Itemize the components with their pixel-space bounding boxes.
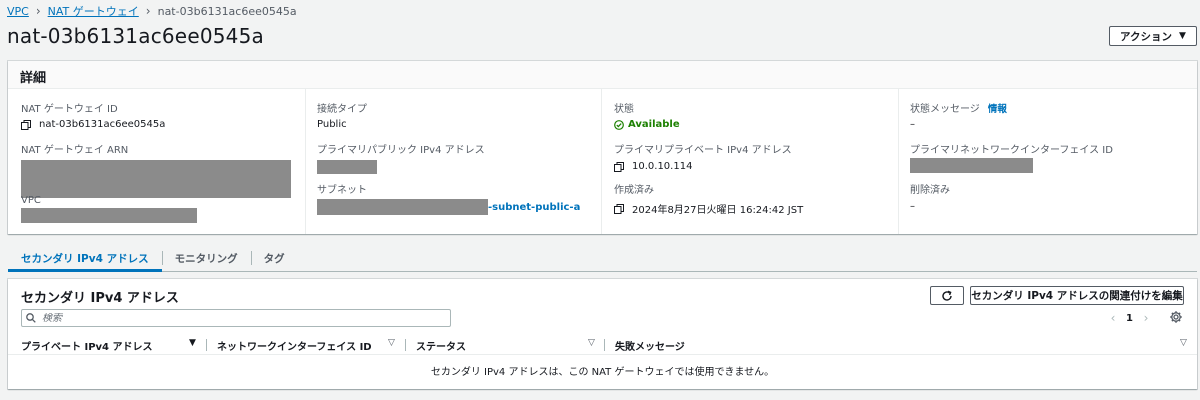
created-label: 作成済み bbox=[614, 185, 654, 196]
chevron-right-icon: › bbox=[145, 4, 151, 18]
details-column-4: 状態メッセージ 情報 – プライマリネットワークインターフェイス ID 削除済み… bbox=[898, 89, 1197, 234]
created-value-row: 2024年8月27日火曜日 16:24:42 JST bbox=[614, 201, 803, 216]
vpc-label: VPC bbox=[21, 195, 41, 206]
column-divider bbox=[405, 339, 406, 351]
table-header: プライベート IPv4 アドレス ▼ ネットワークインターフェイス ID ▽ ス… bbox=[8, 335, 1197, 355]
sort-icon[interactable]: ▽ bbox=[588, 338, 595, 348]
nat-id-value-row: nat-03b6131ac6ee0545a bbox=[21, 119, 165, 130]
state-label: 状態 bbox=[614, 104, 634, 115]
state-message-label-row: 状態メッセージ 情報 bbox=[910, 100, 1007, 116]
field-nat-id: NAT ゲートウェイ ID nat-03b6131ac6ee0545a bbox=[21, 100, 165, 130]
primary-private-ip-value: 10.0.10.114 bbox=[632, 161, 693, 172]
primary-private-ip-label: プライマリプライベート IPv4 アドレス bbox=[614, 145, 792, 156]
field-connection-type: 接続タイプ Public bbox=[317, 100, 367, 130]
field-vpc: VPC bbox=[21, 195, 197, 226]
subnet-link[interactable]: -subnet-public-a bbox=[488, 202, 580, 213]
state-value-row: Available bbox=[614, 119, 680, 130]
sort-icon[interactable]: ▽ bbox=[1180, 338, 1187, 348]
chevron-left-icon[interactable]: ‹ bbox=[1106, 311, 1120, 325]
search-icon bbox=[26, 313, 36, 323]
tab-tags[interactable]: タグ bbox=[250, 245, 298, 271]
tab-secondary-ipv4[interactable]: セカンダリ IPv4 アドレス bbox=[8, 245, 162, 272]
column-header-eni-id[interactable]: ネットワークインターフェイス ID bbox=[217, 338, 372, 353]
redacted-public-ip-value bbox=[317, 160, 377, 174]
field-nat-arn: NAT ゲートウェイ ARN bbox=[21, 141, 291, 201]
redacted-eni-value bbox=[910, 158, 1033, 173]
primary-private-ip-row: 10.0.10.114 bbox=[614, 161, 792, 172]
chevron-right-icon[interactable]: › bbox=[1139, 311, 1153, 325]
breadcrumb: VPC › NAT ゲートウェイ › nat-03b6131ac6ee0545a bbox=[7, 3, 297, 19]
field-subnet: サブネット -subnet-public-a bbox=[317, 181, 580, 215]
secondary-ipv4-panel: セカンダリ IPv4 アドレス セカンダリ IPv4 アドレスの関連付けを編集 … bbox=[8, 279, 1197, 389]
field-primary-eni: プライマリネットワークインターフェイス ID bbox=[910, 141, 1113, 176]
details-header: 詳細 bbox=[8, 61, 1197, 89]
redacted-arn-value bbox=[21, 160, 291, 198]
nat-id-label: NAT ゲートウェイ ID bbox=[21, 104, 118, 115]
details-panel: 詳細 NAT ゲートウェイ ID nat-03b6131ac6ee0545a N… bbox=[8, 61, 1197, 234]
details-column-3: 状態 Available プライマリプライベート IPv4 アドレス 10.0.… bbox=[601, 89, 898, 234]
primary-eni-label: プライマリネットワークインターフェイス ID bbox=[910, 145, 1113, 156]
chevron-right-icon: › bbox=[35, 4, 41, 18]
column-header-private-ip[interactable]: プライベート IPv4 アドレス bbox=[21, 338, 153, 353]
state-message-label: 状態メッセージ bbox=[910, 104, 980, 115]
nat-id-value: nat-03b6131ac6ee0545a bbox=[39, 119, 166, 130]
empty-table-message: セカンダリ IPv4 アドレスは、この NAT ゲートウェイでは使用できません。 bbox=[430, 367, 775, 378]
sort-desc-icon[interactable]: ▼ bbox=[189, 338, 196, 348]
search-box bbox=[21, 309, 451, 327]
pagination: ‹ 1 › bbox=[1106, 311, 1153, 325]
search-input[interactable] bbox=[42, 312, 442, 324]
deleted-label: 削除済み bbox=[910, 185, 950, 196]
primary-public-ip-label: プライマリパブリック IPv4 アドレス bbox=[317, 145, 485, 156]
details-column-1: NAT ゲートウェイ ID nat-03b6131ac6ee0545a NAT … bbox=[8, 89, 305, 234]
edit-secondary-ipv4-association-button[interactable]: セカンダリ IPv4 アドレスの関連付けを編集 bbox=[970, 286, 1184, 305]
check-circle-icon bbox=[614, 119, 624, 130]
copy-icon[interactable] bbox=[614, 203, 624, 214]
column-header-status[interactable]: ステータス bbox=[416, 338, 466, 353]
subnet-label: サブネット bbox=[317, 185, 367, 196]
column-divider bbox=[206, 339, 207, 351]
redacted-vpc-value bbox=[21, 208, 197, 223]
copy-icon[interactable] bbox=[614, 161, 624, 172]
breadcrumb-nat-gateways-link[interactable]: NAT ゲートウェイ bbox=[48, 3, 139, 19]
tab-bar: セカンダリ IPv4 アドレス モニタリング タグ bbox=[8, 245, 1197, 272]
field-created: 作成済み 2024年8月27日火曜日 16:24:42 JST bbox=[614, 181, 803, 216]
state-value: Available bbox=[628, 119, 680, 130]
state-message-value: – bbox=[910, 119, 915, 130]
conn-type-label: 接続タイプ bbox=[317, 104, 367, 115]
conn-type-value: Public bbox=[317, 119, 347, 130]
breadcrumb-current: nat-03b6131ac6ee0545a bbox=[157, 4, 297, 18]
field-primary-private-ip: プライマリプライベート IPv4 アドレス 10.0.10.114 bbox=[614, 141, 792, 172]
details-column-2: 接続タイプ Public プライマリパブリック IPv4 アドレス サブネット … bbox=[305, 89, 601, 234]
breadcrumb-vpc-link[interactable]: VPC bbox=[7, 5, 29, 18]
field-state-message: 状態メッセージ 情報 – bbox=[910, 100, 1007, 131]
nat-arn-label: NAT ゲートウェイ ARN bbox=[21, 145, 129, 156]
subnet-value-row: -subnet-public-a bbox=[317, 199, 580, 215]
refresh-icon bbox=[942, 290, 952, 301]
column-header-failure-message[interactable]: 失敗メッセージ bbox=[615, 338, 685, 353]
refresh-button[interactable] bbox=[930, 286, 964, 305]
info-link[interactable]: 情報 bbox=[988, 101, 1007, 115]
secondary-ipv4-title: セカンダリ IPv4 アドレス bbox=[21, 291, 179, 306]
gear-icon[interactable] bbox=[1169, 310, 1183, 324]
field-deleted: 削除済み – bbox=[910, 181, 950, 212]
copy-icon[interactable] bbox=[21, 119, 31, 130]
caret-down-icon: ▼ bbox=[1179, 31, 1186, 41]
page-title: nat-03b6131ac6ee0545a bbox=[7, 24, 264, 48]
field-primary-public-ip: プライマリパブリック IPv4 アドレス bbox=[317, 141, 485, 177]
redacted-subnet-prefix bbox=[317, 199, 488, 215]
sort-icon[interactable]: ▽ bbox=[388, 338, 395, 348]
actions-button[interactable]: アクション ▼ bbox=[1109, 26, 1197, 46]
column-divider bbox=[604, 339, 605, 351]
field-state: 状態 Available bbox=[614, 100, 680, 130]
actions-button-label: アクション bbox=[1120, 30, 1173, 43]
created-value: 2024年8月27日火曜日 16:24:42 JST bbox=[632, 205, 804, 216]
deleted-value: – bbox=[910, 201, 915, 212]
page-number[interactable]: 1 bbox=[1126, 313, 1133, 324]
tab-monitoring[interactable]: モニタリング bbox=[161, 245, 251, 271]
